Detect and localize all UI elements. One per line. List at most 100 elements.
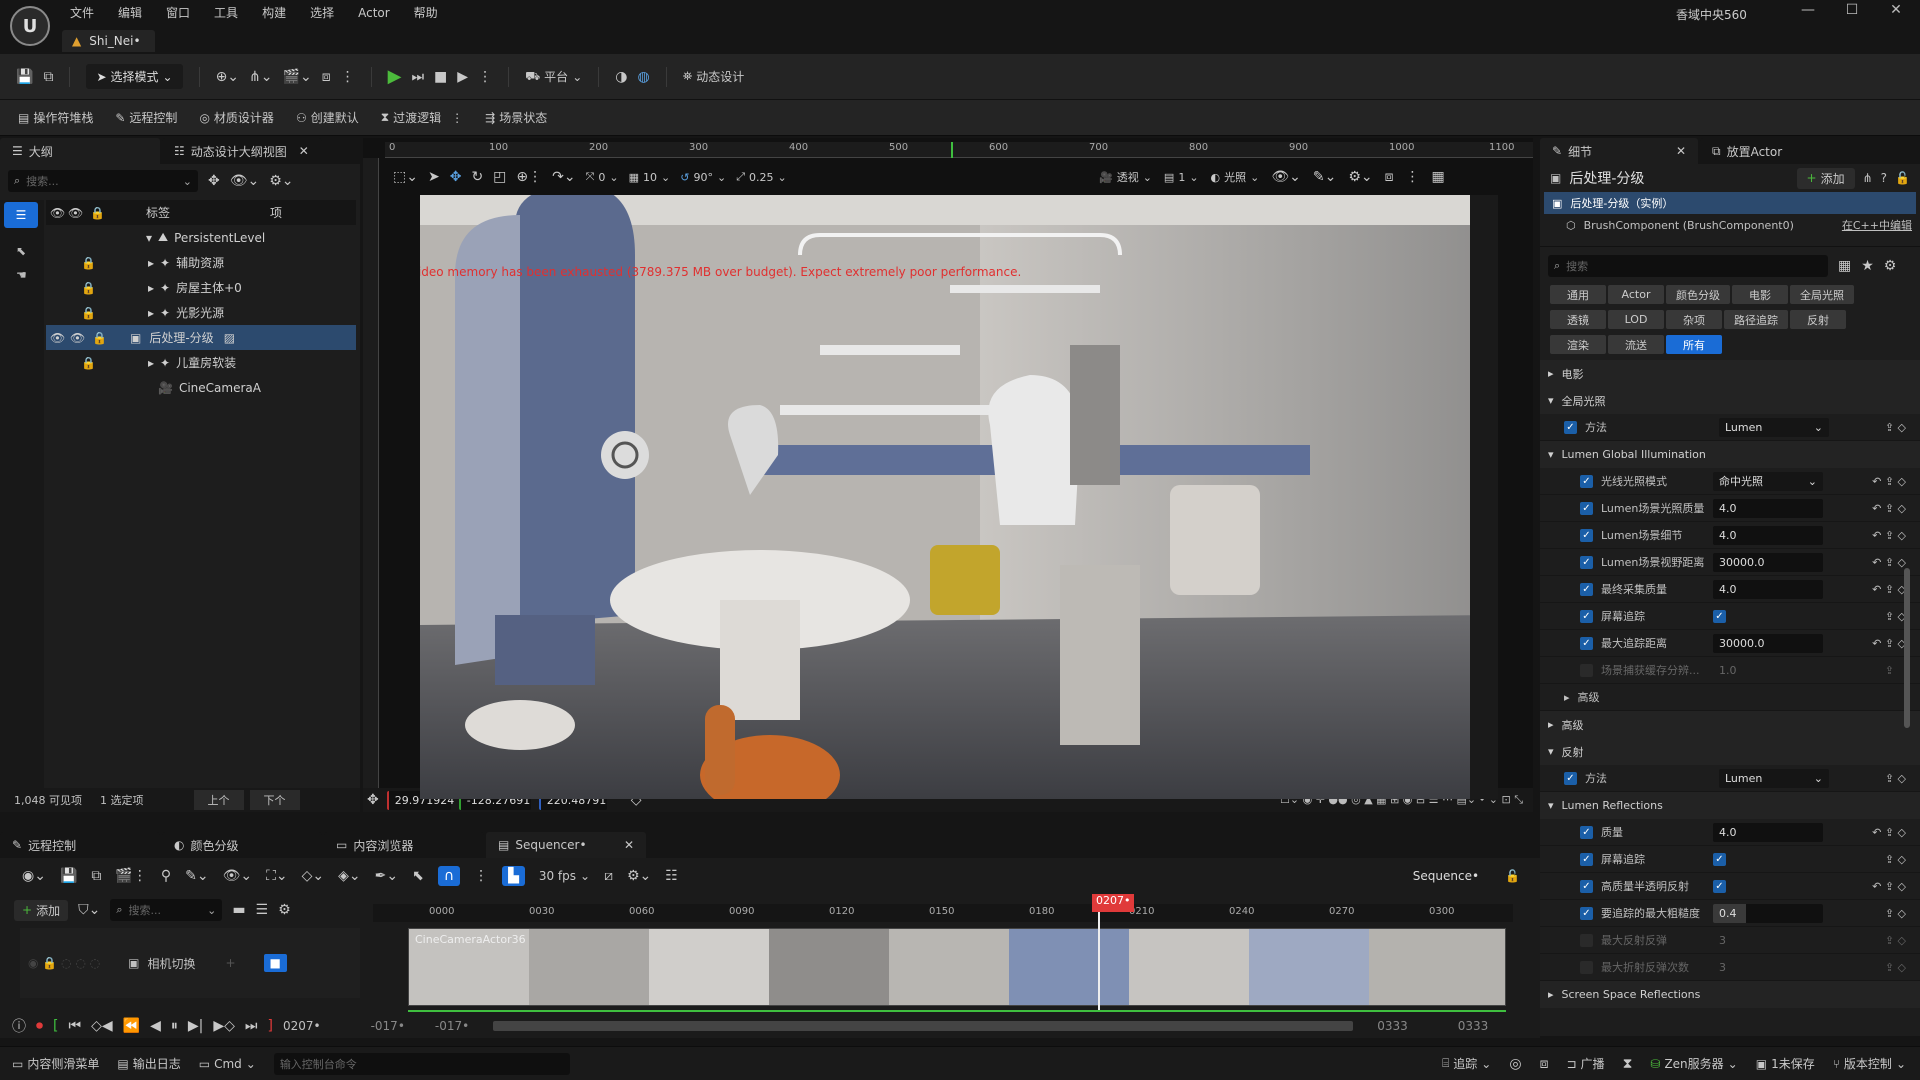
lock-icon[interactable]: 🔒 <box>46 306 96 320</box>
jump-end-icon[interactable]: ⏭ <box>245 1018 258 1034</box>
select-mode-dropdown[interactable]: ➤ 选择模式 ⌄ <box>86 64 183 89</box>
chip-film[interactable]: 电影 <box>1732 285 1788 304</box>
chip-streaming[interactable]: 流送 <box>1608 335 1664 354</box>
source-control-dropdown[interactable]: ⑂ 版本控制 ⌄ <box>1833 1055 1906 1072</box>
property-icons[interactable]: ⇪ ◇ <box>1885 961 1906 974</box>
menu-select[interactable]: 选择 <box>310 4 334 21</box>
property-icons[interactable]: ⇪ ◇ <box>1885 934 1906 947</box>
more-icon[interactable]: ⋮ <box>1406 169 1420 185</box>
table-icon[interactable]: ▦ <box>1838 258 1851 274</box>
column-label[interactable]: 标签 <box>146 204 270 221</box>
component-brush[interactable]: ⬡ BrushComponent (BrushComponent0) 在C++中编辑 <box>1540 214 1920 236</box>
remote-control-button[interactable]: ✎ 远程控制 <box>115 109 177 126</box>
details-search-input[interactable]: ⌕ 搜索 <box>1548 255 1828 277</box>
select-tool-icon[interactable]: ⬉ <box>16 244 44 258</box>
add-component-button[interactable]: + 添加 <box>1796 167 1855 189</box>
override-checkbox[interactable]: ✓ <box>1564 420 1577 434</box>
chip-lod[interactable]: LOD <box>1608 310 1664 329</box>
close-icon[interactable]: ✕ <box>299 144 309 158</box>
property-icons[interactable]: ↶ ⇪ ◇ <box>1872 637 1906 650</box>
minimize-icon[interactable]: — <box>1786 2 1830 18</box>
move-icon[interactable]: ✥ <box>367 792 379 808</box>
override-checkbox[interactable]: ✓ <box>1580 474 1593 488</box>
broadcast-button[interactable]: ⊐ 广播 <box>1566 1055 1604 1072</box>
lock-icon[interactable]: 🔓 <box>1505 869 1520 883</box>
tree-item-selected[interactable]: 👁 👁 🔒 ▣ 后处理-分级 ▨ <box>46 325 356 350</box>
property-icons[interactable]: ↶ ⇪ ◇ <box>1872 826 1906 839</box>
key-interp-icon[interactable]: ◈⌄ <box>338 868 361 884</box>
override-checkbox[interactable]: ✓ <box>1580 501 1593 515</box>
more-icon[interactable]: ⋮ <box>474 868 488 884</box>
menu-window[interactable]: 窗口 <box>166 4 190 21</box>
playhead-label[interactable]: 0207• <box>1092 894 1135 912</box>
track-search-input[interactable]: ⌕ 搜索... ⌄ <box>110 899 223 921</box>
visibility-filter-icon[interactable]: 👁⌄ <box>230 173 260 189</box>
close-icon[interactable]: ✕ <box>1874 2 1918 18</box>
view-end-field[interactable]: 0333 <box>1377 1019 1408 1033</box>
scale-snap-dropdown[interactable]: ⤢ 0.25 ⌄ <box>736 170 787 184</box>
tree-item[interactable]: 🔒 ▸ ✦ 房屋主体+0 <box>46 275 356 300</box>
stop-icon[interactable]: ■ <box>434 69 447 85</box>
world-icon[interactable]: ◉⌄ <box>22 868 46 884</box>
next-key-icon[interactable]: ▶◇ <box>213 1018 235 1034</box>
menu-build[interactable]: 构建 <box>262 4 286 21</box>
snap-magnet-icon[interactable]: ∩ <box>437 866 461 886</box>
category-advanced[interactable]: ▸ 高级 <box>1540 711 1920 738</box>
cinematics-icon[interactable]: 🎬⌄ <box>283 69 312 85</box>
chip-rendering[interactable]: 渲染 <box>1550 335 1606 354</box>
visible-icon[interactable]: 👁 <box>70 331 92 345</box>
pen-icon[interactable]: ✎⌄ <box>1313 169 1336 185</box>
time-ruler[interactable]: 0000 0030 0060 0090 0120 0150 0180 0210 … <box>373 904 1513 922</box>
curve-icon[interactable]: ✎⌄ <box>185 868 208 884</box>
show-icon[interactable]: 👁⌄ <box>1271 169 1301 185</box>
tree-item[interactable]: 🔒 ▸ ✦ 儿童房软装 <box>46 350 356 375</box>
tab-outliner[interactable]: ☰ 大纲 <box>0 138 160 164</box>
override-checkbox[interactable]: ✓ <box>1564 771 1577 785</box>
edit-icon[interactable]: ✒⌄ <box>375 868 398 884</box>
filter-icon[interactable]: ☰ <box>4 202 38 228</box>
add-track-button[interactable]: + 添加 <box>14 899 69 921</box>
filter-icon[interactable]: ⛉⌄ <box>78 902 100 918</box>
prev-key-icon[interactable]: ◇◀ <box>91 1018 113 1034</box>
lock-icon[interactable]: 🔓 <box>1895 171 1910 185</box>
value-field[interactable]: 30000.0 <box>1713 552 1823 572</box>
tree-item[interactable]: 🔒 ▸ ✦ 光影光源 <box>46 300 356 325</box>
expand-arrow-icon[interactable]: ▸ <box>148 356 154 370</box>
maximize-icon[interactable]: ☐ <box>1830 2 1874 18</box>
override-checkbox[interactable]: ✓ <box>1580 582 1593 596</box>
property-icons[interactable]: ↶ ⇪ ◇ <box>1872 583 1906 596</box>
menu-help[interactable]: 帮助 <box>414 4 438 21</box>
jump-start-icon[interactable]: ⏮ <box>68 1018 81 1034</box>
component-root[interactable]: ▣ 后处理-分级（实例） <box>1544 192 1916 214</box>
chip-misc[interactable]: 杂项 <box>1666 310 1722 329</box>
scale-icon[interactable]: ◰ <box>493 169 506 185</box>
settings-icon[interactable]: ⚙⌄ <box>269 173 293 189</box>
category-lumen-reflections[interactable]: ▾ Lumen Reflections <box>1540 792 1920 819</box>
category-reflection[interactable]: ▾ 反射 <box>1540 738 1920 765</box>
property-icons[interactable]: ↶ ⇪ ◇ <box>1872 475 1906 488</box>
list-icon[interactable]: ☷ <box>665 868 678 884</box>
browse-icon[interactable]: ⧉ <box>43 69 53 85</box>
auto-key-icon[interactable]: ▙ <box>502 866 525 886</box>
transform-mode-icon[interactable]: ⬚⌄ <box>393 169 418 185</box>
screen-trace-checkbox[interactable]: ✓ <box>1713 609 1726 623</box>
camera-speed-dropdown[interactable]: ▤ 1 ⌄ <box>1164 171 1199 184</box>
value-field[interactable]: 4.0 <box>1713 822 1823 842</box>
cursor-icon[interactable]: ⬉ <box>412 868 424 884</box>
trace-dropdown[interactable]: ⌸ 追踪 ⌄ <box>1442 1055 1491 1072</box>
info-icon[interactable]: ⓘ <box>12 1016 26 1036</box>
blueprint-icon[interactable]: ⋔⌄ <box>249 69 272 85</box>
cmd-dropdown[interactable]: ▭ Cmd ⌄ <box>199 1057 256 1071</box>
settings-icon[interactable]: ⚙ <box>278 902 291 918</box>
prev-frame-icon[interactable]: ⏪ <box>123 1018 140 1034</box>
globe-icon[interactable]: ◍ <box>637 69 649 85</box>
unreal-logo-icon[interactable]: U <box>10 6 50 46</box>
layout-icon[interactable]: ▦ <box>1432 169 1445 185</box>
screenshot-icon[interactable]: ⧈ <box>1385 169 1394 185</box>
column-type[interactable]: 项 <box>270 204 282 221</box>
property-icons[interactable]: ⇪ ◇ <box>1885 610 1906 623</box>
fps-dropdown[interactable]: 30 fps ⌄ <box>539 869 590 883</box>
platform-dropdown[interactable]: ⛟ 平台 ⌄ <box>525 68 582 85</box>
blueprint-icon[interactable]: ⋔ <box>1863 171 1873 185</box>
scene-state-button[interactable]: ⇶ 场景状态 <box>485 109 547 126</box>
